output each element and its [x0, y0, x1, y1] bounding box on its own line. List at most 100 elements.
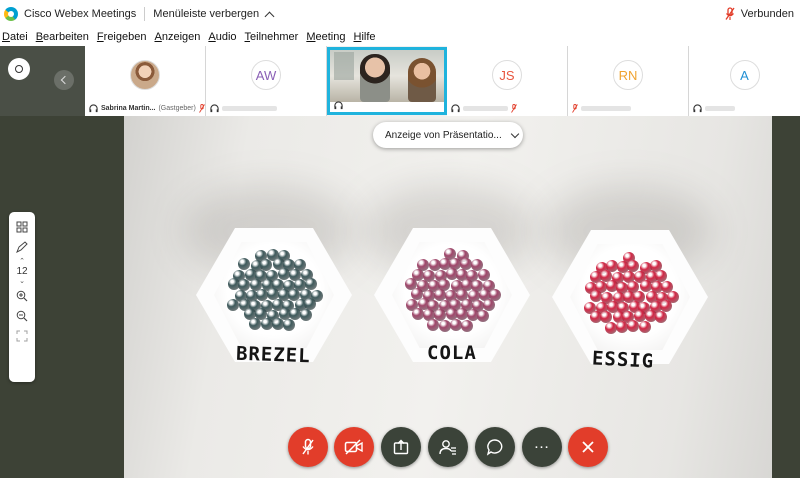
connection-status-label: Verbunden: [740, 8, 794, 20]
bead: [299, 308, 312, 321]
menu-bearbeiten-accel: B: [35, 31, 44, 43]
zoom-up-caret[interactable]: ⌃: [19, 258, 25, 265]
menu-datei-rest: atei: [9, 31, 28, 43]
mic-off-icon: [572, 103, 578, 113]
caret-up-icon: [264, 11, 275, 21]
menu-audio-rest: udio: [215, 31, 237, 43]
label-brezel: BREZEL: [235, 342, 312, 368]
video-background: [334, 52, 354, 80]
beads-cola: [400, 248, 504, 340]
bead: [438, 319, 451, 332]
pen-icon[interactable]: [15, 240, 29, 254]
participant-name: Sabrina Martin...: [101, 104, 156, 112]
participants-icon: [439, 440, 456, 455]
avatar: [130, 60, 160, 90]
zoom-down-caret[interactable]: ⌄: [19, 278, 25, 285]
mute-button[interactable]: [288, 427, 328, 467]
participant-tile-host[interactable]: Sabrina Martin... (Gastgeber): [85, 46, 206, 116]
participant-name-blurred: [705, 105, 735, 111]
chevron-down-icon: [510, 129, 519, 138]
presentation-view-label: Anzeige von Präsentatio...: [385, 129, 502, 141]
avatar: AW: [251, 60, 281, 90]
participant-role: (Gastgeber): [158, 104, 196, 112]
participant-tile-active-video[interactable]: [327, 47, 447, 115]
strip-controls: [0, 46, 85, 116]
avatar-initials: A: [740, 67, 749, 83]
label-essig: ESSIG: [591, 347, 655, 373]
mic-off-icon: [511, 103, 517, 113]
participant-namebar: [689, 100, 800, 116]
headset-icon: [334, 101, 343, 110]
more-button[interactable]: …: [522, 427, 562, 467]
connection-status[interactable]: Verbunden: [725, 0, 794, 28]
more-icon: …: [533, 435, 551, 452]
participants-button[interactable]: [428, 427, 468, 467]
bead: [411, 308, 424, 321]
hide-menu-button[interactable]: Menüleiste verbergen: [153, 8, 275, 21]
avatar: JS: [492, 60, 522, 90]
headset-icon: [210, 103, 219, 112]
zoom-out-icon[interactable]: [15, 309, 29, 323]
bead: [227, 298, 239, 311]
bead: [600, 310, 613, 323]
panel-toggle-button[interactable]: [8, 58, 30, 80]
headset-icon: [693, 103, 702, 112]
participant-tile-js[interactable]: JS: [447, 46, 568, 116]
bead: [271, 318, 284, 331]
menu-anzeigen-rest: nzeigen: [161, 31, 201, 43]
menu-hilfe-rest: ilfe: [361, 31, 376, 43]
participant-tile-rn[interactable]: RN: [568, 46, 689, 116]
presentation-view-dropdown[interactable]: Anzeige von Präsentatio...: [373, 122, 523, 148]
bead: [460, 319, 473, 332]
leave-button[interactable]: [568, 427, 608, 467]
bead: [589, 290, 602, 303]
menu-meeting-accel: M: [306, 31, 316, 43]
headset-icon: [451, 103, 460, 112]
participant-tile-a[interactable]: A: [689, 46, 800, 116]
menu-teilnehmer[interactable]: Teilnehmer: [242, 31, 302, 43]
dish-brezel: [196, 228, 352, 362]
participant-namebar: [206, 100, 326, 116]
bead: [627, 320, 640, 333]
menu-audio-accel: A: [208, 31, 216, 43]
menu-hilfe[interactable]: Hilfe: [350, 31, 378, 43]
bead: [638, 320, 651, 333]
mic-off-icon: [302, 438, 314, 455]
video-button[interactable]: [334, 427, 374, 467]
grid-icon[interactable]: [15, 220, 29, 234]
share-button[interactable]: [381, 427, 421, 467]
participant-name-blurred: [222, 105, 277, 111]
participant-namebar: Sabrina Martin... (Gastgeber): [85, 100, 205, 116]
dish-essig: [552, 230, 708, 364]
menu-freigeben[interactable]: Freigeben: [94, 31, 150, 43]
zoom-in-icon[interactable]: [15, 289, 29, 303]
participant-namebar: [447, 100, 567, 116]
beads-essig: [578, 250, 682, 342]
meeting-controls: …: [0, 427, 800, 467]
menu-teilnehmer-rest: eilnehmer: [250, 31, 299, 43]
menu-meeting[interactable]: Meeting: [303, 31, 348, 43]
annotation-toolbar: ⌃ 12 ⌄: [9, 212, 35, 382]
menu-datei[interactable]: Datei: [0, 31, 31, 43]
avatar: A: [729, 60, 760, 90]
bead: [433, 288, 446, 301]
participant-name-blurred: [581, 105, 631, 111]
webex-logo-icon: [4, 7, 18, 21]
menu-audio[interactable]: Audio: [205, 31, 239, 43]
participant-namebar: [330, 99, 444, 112]
menu-bar: Datei Bearbeiten Freigeben Anzeigen Audi…: [0, 28, 800, 46]
chevron-left-icon: [60, 75, 70, 85]
title-separator: [144, 7, 146, 21]
bead: [477, 309, 490, 322]
bead: [427, 318, 440, 331]
previous-participants-button[interactable]: [54, 70, 74, 90]
avatar-initials: AW: [255, 67, 277, 83]
menu-meeting-rest: eeting: [315, 31, 346, 43]
participant-tile-aw[interactable]: AW: [206, 46, 327, 116]
menu-anzeigen[interactable]: Anzeigen: [151, 31, 203, 43]
avatar-initials: RN: [618, 67, 638, 83]
fit-icon[interactable]: [15, 329, 29, 343]
menu-bearbeiten[interactable]: Bearbeiten: [33, 31, 92, 43]
chat-button[interactable]: [475, 427, 515, 467]
participant-name-blurred: [463, 105, 508, 111]
